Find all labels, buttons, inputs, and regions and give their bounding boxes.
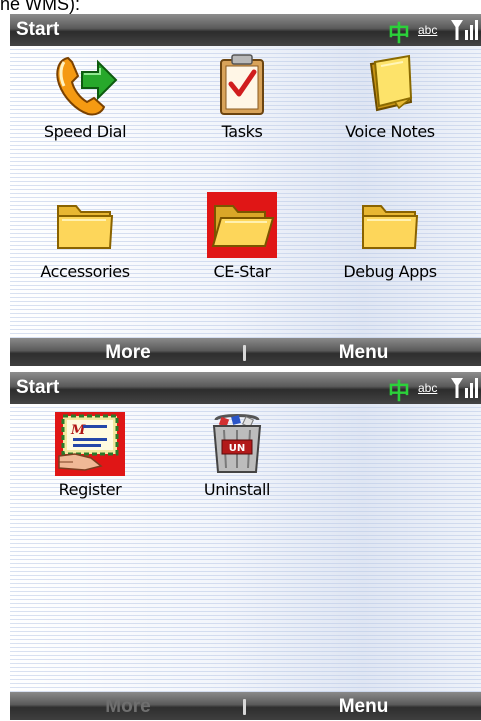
- start-screen-2: Start 中 abc M Register UN Uninstall More…: [10, 372, 481, 721]
- input-mode-indicator[interactable]: abc: [418, 23, 437, 37]
- item-label: Voice Notes: [345, 122, 435, 141]
- speed-dial-phone-icon: [56, 56, 118, 116]
- softkey-menu[interactable]: Menu: [246, 342, 481, 364]
- svg-text:UN: UN: [229, 443, 246, 454]
- ime-indicator[interactable]: 中: [388, 374, 410, 406]
- start-grid: M Register UN Uninstall: [10, 404, 481, 692]
- folder-icon: [362, 205, 419, 249]
- softkey-bar: More Menu: [10, 338, 481, 366]
- title-bar: Start 中 abc: [10, 14, 481, 48]
- start-screen-1: Start 中 abc Speed Dial Tasks Voice Notes…: [10, 14, 481, 366]
- ime-indicator[interactable]: 中: [388, 16, 410, 48]
- folder-icon: [57, 205, 114, 249]
- item-label: Accessories: [40, 262, 130, 281]
- register-envelope-icon: M: [55, 412, 125, 476]
- start-item-accessories[interactable]: Accessories: [10, 192, 160, 281]
- start-item-register[interactable]: M Register: [15, 412, 165, 499]
- start-item-debug-apps[interactable]: Debug Apps: [315, 192, 465, 281]
- start-item-voice-notes[interactable]: Voice Notes: [315, 52, 465, 141]
- uninstall-trash-icon: UN: [212, 414, 262, 473]
- start-item-tasks[interactable]: Tasks: [167, 52, 317, 141]
- item-label: Tasks: [221, 122, 263, 141]
- start-item-speed-dial[interactable]: Speed Dial: [10, 52, 160, 141]
- softkey-menu[interactable]: Menu: [246, 696, 481, 718]
- item-label: Uninstall: [203, 480, 271, 499]
- start-item-ce-star[interactable]: CE-Star: [167, 192, 317, 281]
- softkey-bar: More Menu: [10, 692, 481, 720]
- signal-strength-icon: [451, 378, 478, 398]
- item-label: Register: [58, 480, 122, 499]
- title-bar: Start 中 abc: [10, 372, 481, 406]
- item-label: Speed Dial: [43, 122, 127, 141]
- input-mode-indicator[interactable]: abc: [418, 381, 437, 395]
- voice-notes-icon: [369, 54, 413, 112]
- caption-text: ne WMS):: [0, 0, 481, 14]
- item-label: Debug Apps: [343, 262, 437, 281]
- folder-open-icon: [207, 192, 277, 258]
- start-item-uninstall[interactable]: UN Uninstall: [162, 412, 312, 499]
- tasks-clipboard-icon: [220, 54, 264, 115]
- softkey-more[interactable]: More: [10, 696, 246, 718]
- item-label: CE-Star: [213, 262, 271, 281]
- window-title: Start: [16, 19, 60, 40]
- softkey-more[interactable]: More: [10, 342, 246, 364]
- window-title: Start: [16, 377, 60, 398]
- signal-strength-icon: [451, 20, 478, 40]
- start-grid: Speed Dial Tasks Voice Notes Accessories…: [10, 46, 481, 338]
